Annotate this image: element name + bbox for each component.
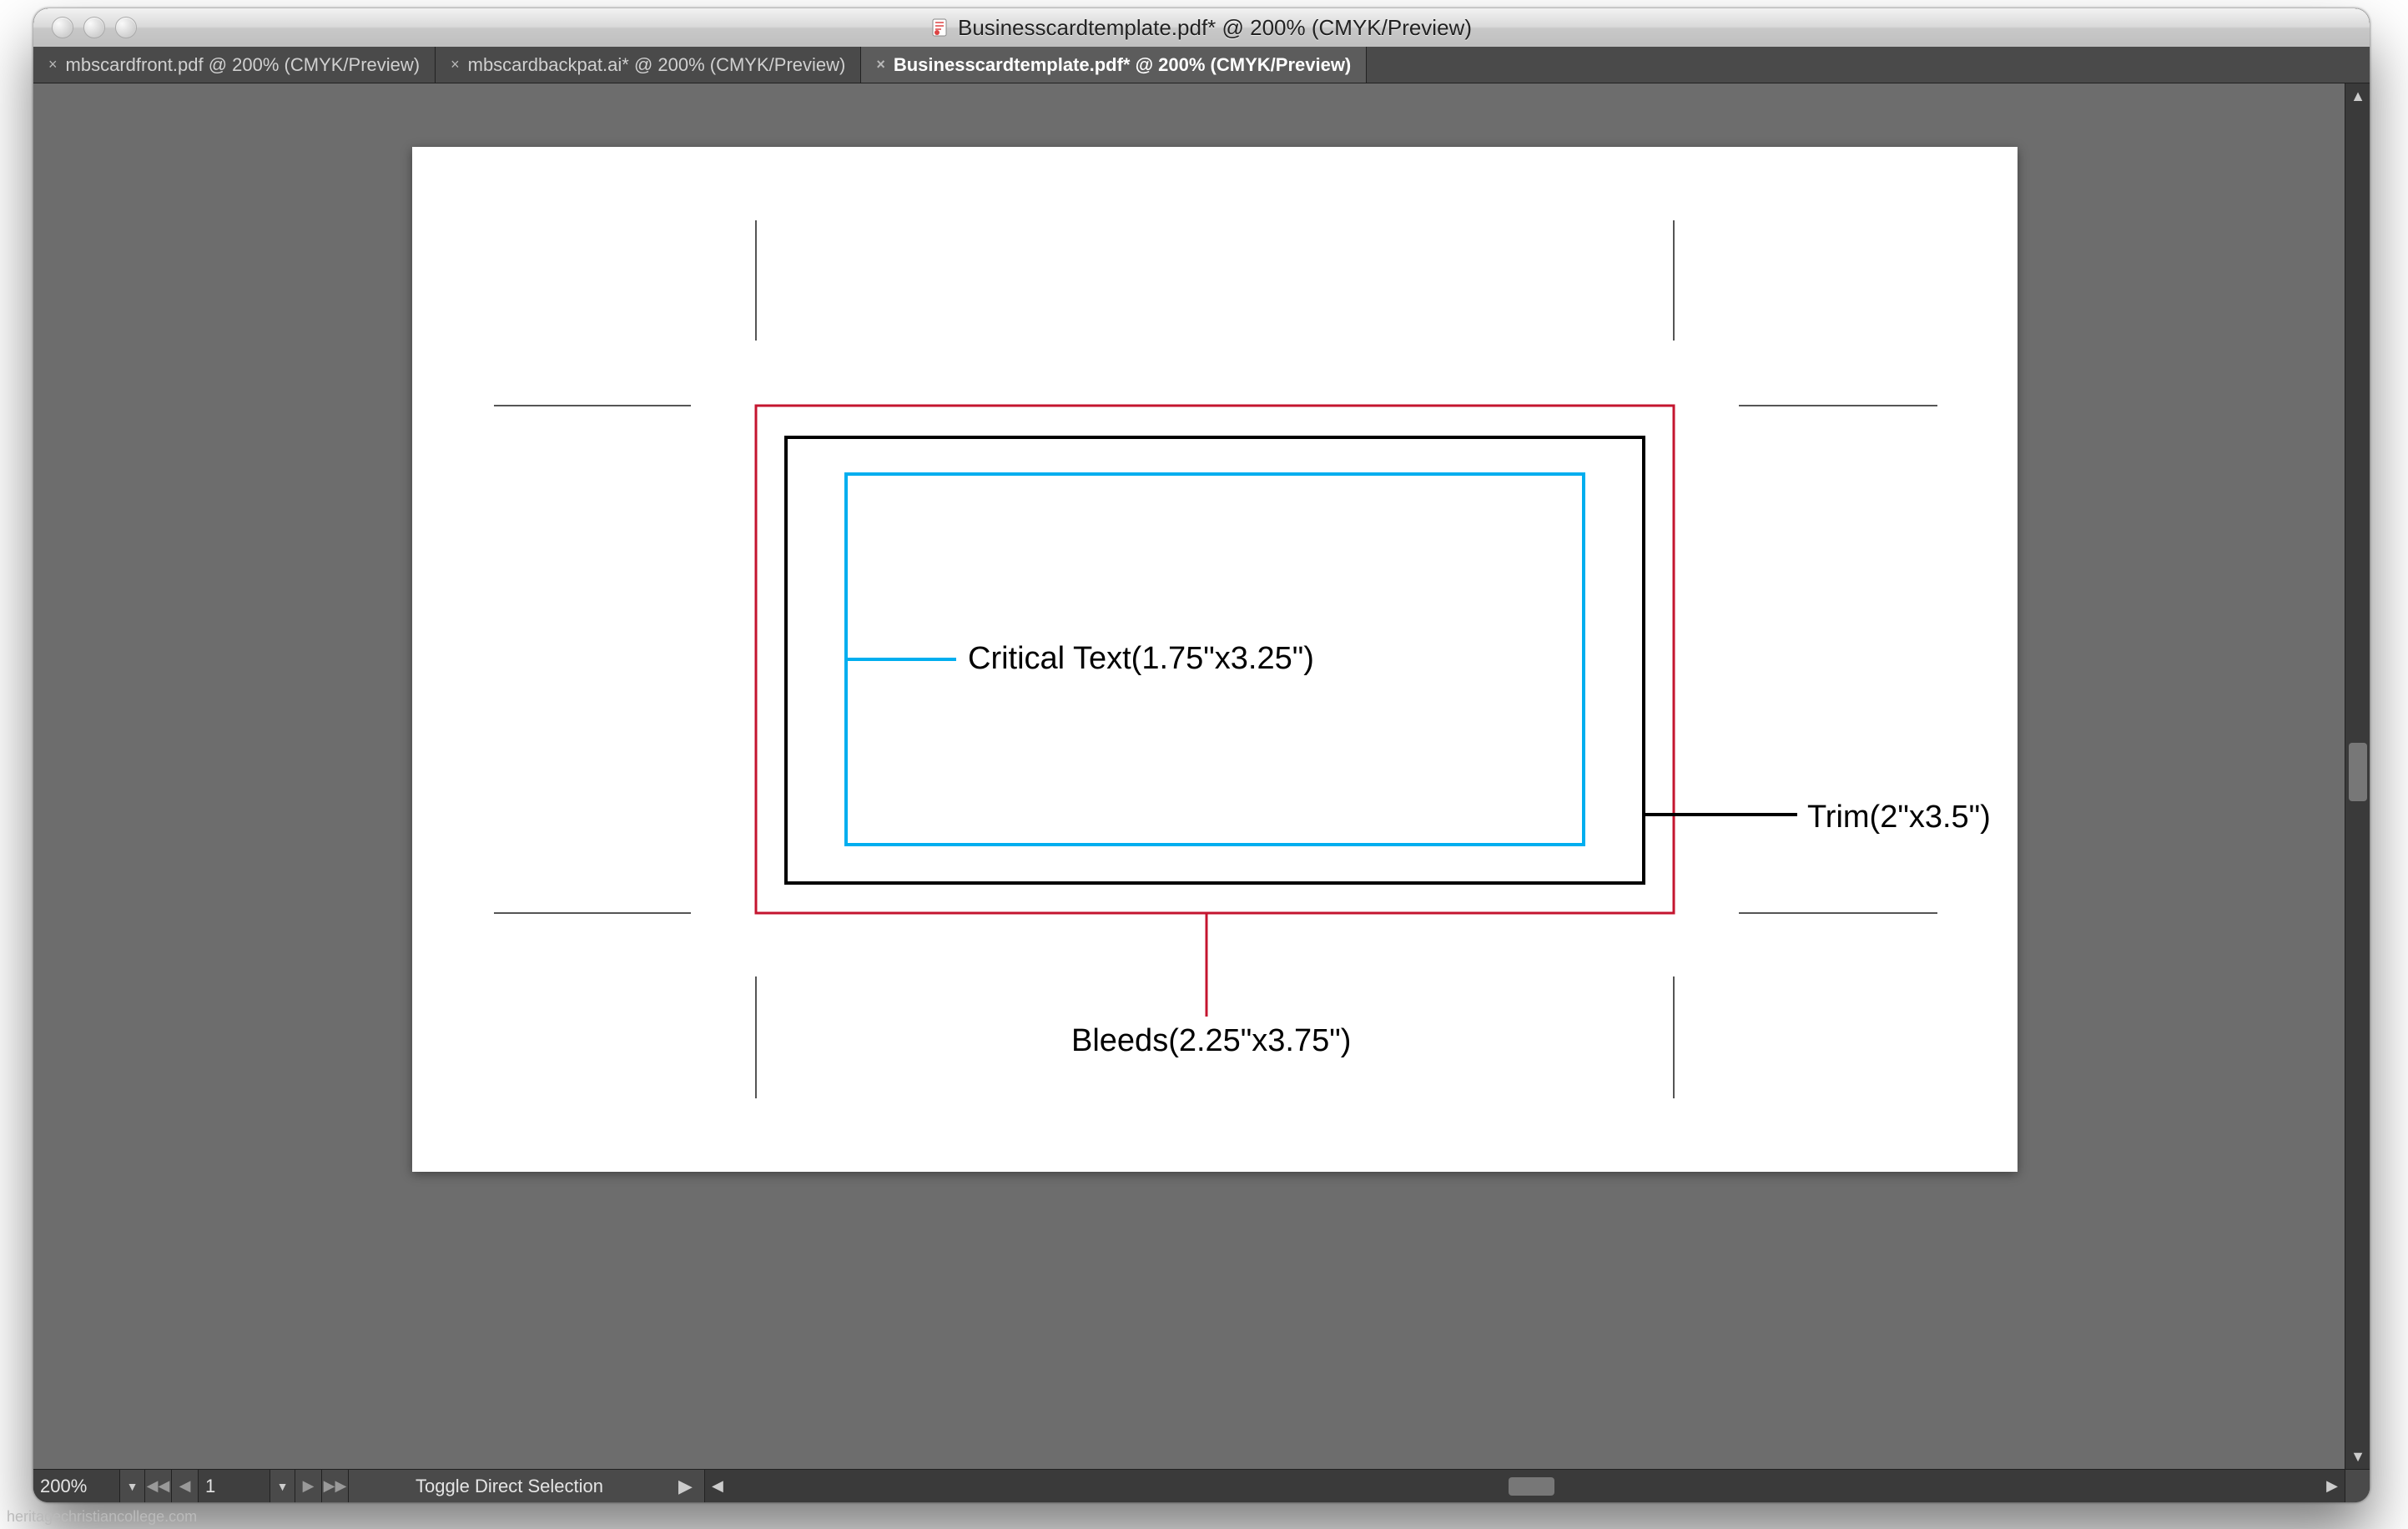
next-page-button[interactable]: ▶	[295, 1470, 322, 1502]
status-flyout-icon[interactable]: ▶	[678, 1476, 693, 1497]
resize-corner[interactable]	[2345, 1470, 2370, 1502]
window-controls	[52, 17, 137, 38]
prev-page-button[interactable]: ◀	[172, 1470, 199, 1502]
scroll-left-icon[interactable]: ◀	[705, 1470, 730, 1502]
close-tab-icon[interactable]: ×	[876, 56, 885, 73]
horizontal-scroll-thumb[interactable]	[1509, 1477, 1554, 1496]
artboard: Critical Text(1.75"x3.25") Trim(2"x3.5")…	[412, 147, 2018, 1172]
app-window: Businesscardtemplate.pdf* @ 200% (CMYK/P…	[33, 8, 2370, 1502]
tab-label: mbscardfront.pdf @ 200% (CMYK/Preview)	[66, 54, 421, 76]
canvas-area[interactable]: Critical Text(1.75"x3.25") Trim(2"x3.5")…	[33, 83, 2370, 1469]
critical-text-label: Critical Text(1.75"x3.25")	[968, 641, 1314, 677]
scroll-right-icon[interactable]: ▶	[2320, 1470, 2345, 1502]
zoom-dropdown-icon[interactable]: ▼	[120, 1470, 145, 1502]
last-page-button[interactable]: ▶▶	[322, 1470, 349, 1502]
page-dropdown-icon[interactable]: ▼	[270, 1470, 295, 1502]
tab-label: Businesscardtemplate.pdf* @ 200% (CMYK/P…	[894, 54, 1351, 76]
document-tabs: × mbscardfront.pdf @ 200% (CMYK/Preview)…	[33, 47, 2370, 83]
page-value: 1	[205, 1476, 215, 1497]
window-title: Businesscardtemplate.pdf* @ 200% (CMYK/P…	[33, 15, 2370, 41]
horizontal-scroll-track[interactable]	[730, 1477, 2320, 1496]
statusbar: 200% ▼ ◀◀ ◀ 1 ▼ ▶ ▶▶ Toggle Direct Selec…	[33, 1469, 2370, 1502]
watermark-text: heritagechristiancollege.com	[7, 1508, 197, 1526]
document-tab-2[interactable]: × mbscardbackpat.ai* @ 200% (CMYK/Previe…	[436, 47, 861, 83]
close-tab-icon[interactable]: ×	[451, 56, 460, 73]
trim-label: Trim(2"x3.5")	[1807, 800, 1991, 835]
vertical-scroll-thumb[interactable]	[2349, 743, 2367, 801]
close-tab-icon[interactable]: ×	[48, 56, 58, 73]
minimize-window-button[interactable]	[83, 17, 105, 38]
status-hint: Toggle Direct Selection	[416, 1476, 603, 1497]
first-page-button[interactable]: ◀◀	[145, 1470, 172, 1502]
window-title-text: Businesscardtemplate.pdf* @ 200% (CMYK/P…	[958, 15, 1472, 41]
page-number-input[interactable]: 1	[199, 1470, 270, 1502]
zoom-value: 200%	[40, 1476, 87, 1497]
pdf-icon	[931, 18, 950, 37]
zoom-window-button[interactable]	[115, 17, 137, 38]
bleeds-label: Bleeds(2.25"x3.75")	[1071, 1023, 1351, 1059]
document-tab-1[interactable]: × mbscardfront.pdf @ 200% (CMYK/Preview)	[33, 47, 436, 83]
tab-label: mbscardbackpat.ai* @ 200% (CMYK/Preview)	[468, 54, 846, 76]
vertical-scrollbar[interactable]: ▲ ▼	[2345, 83, 2370, 1469]
zoom-level-input[interactable]: 200%	[33, 1470, 120, 1502]
horizontal-scrollbar[interactable]: ◀ ▶	[704, 1470, 2345, 1502]
scroll-down-icon[interactable]: ▼	[2345, 1444, 2370, 1469]
close-window-button[interactable]	[52, 17, 73, 38]
document-tab-3[interactable]: × Businesscardtemplate.pdf* @ 200% (CMYK…	[861, 47, 1367, 83]
scroll-up-icon[interactable]: ▲	[2345, 83, 2370, 108]
titlebar: Businesscardtemplate.pdf* @ 200% (CMYK/P…	[33, 8, 2370, 47]
